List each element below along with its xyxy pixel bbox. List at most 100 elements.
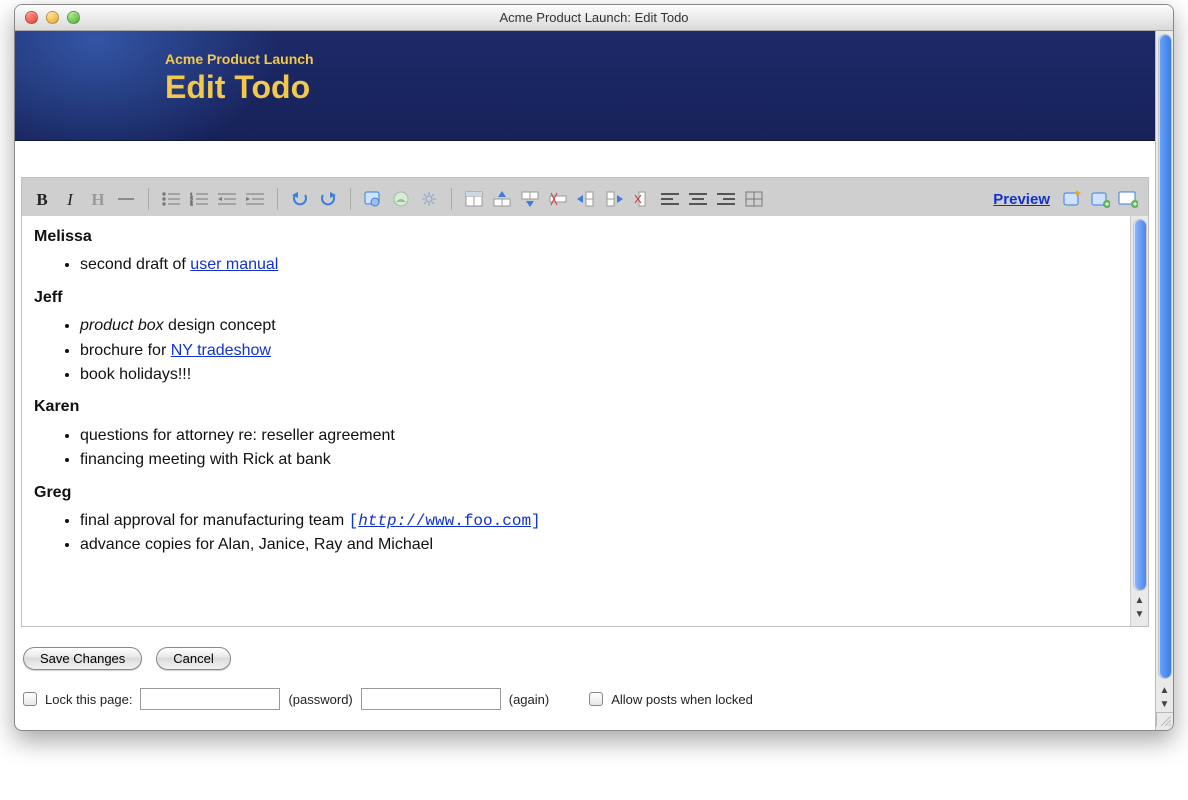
list-item: advance copies for Alan, Janice, Ray and… [80,534,1118,556]
titlebar: Acme Product Launch: Edit Todo [15,5,1173,31]
insert-link-button[interactable] [361,188,385,210]
list-item: product box design concept [80,315,1118,337]
preview-link[interactable]: Preview [993,191,1050,208]
undo-icon [291,191,309,207]
add-widget-icon [1090,190,1110,208]
outdent-button[interactable] [215,188,239,210]
table-icon [465,191,483,207]
insert-row-above-button[interactable] [490,188,514,210]
section-heading: Greg [34,482,1118,504]
window-scrollbar[interactable]: ▲ ▼ [1155,31,1173,730]
todo-list: questions for attorney re: reseller agre… [34,425,1118,472]
delete-row-button[interactable] [546,188,570,210]
list-item: questions for attorney re: reseller agre… [80,425,1118,447]
numbered-list-icon: 123 [190,192,208,206]
image-icon [391,190,411,208]
todo-list: final approval for manufacturing team [h… [34,510,1118,557]
align-center-button[interactable] [686,188,710,210]
indent-button[interactable] [243,188,267,210]
table-properties-button[interactable] [742,188,766,210]
scroll-up-arrow[interactable]: ▲ [1160,684,1170,698]
page-title: Edit Todo [165,69,1155,106]
lock-bar: Lock this page: (password) (again) Allow… [15,682,1155,720]
lock-password-confirm-input[interactable] [361,688,501,710]
numbered-list-button[interactable]: 123 [187,188,211,210]
minimize-window-button[interactable] [46,11,59,24]
inline-url[interactable]: //www.foo.com [406,512,531,530]
table-props-icon [745,191,763,207]
italic-button[interactable]: I [58,188,82,210]
scroll-thumb[interactable] [1159,35,1171,678]
redo-icon [319,191,337,207]
heading-button[interactable]: H [86,188,110,210]
add-widget-button[interactable] [1088,188,1112,210]
cancel-button[interactable]: Cancel [156,647,230,670]
insert-column-left-button[interactable] [574,188,598,210]
insert-image-button[interactable] [389,188,413,210]
inline-link[interactable]: user manual [190,256,278,273]
resize-grip[interactable] [1156,712,1173,726]
editor-content[interactable]: Melissa second draft of user manual Jeff… [22,216,1130,626]
delete-col-icon [632,190,652,208]
list-item: final approval for manufacturing team [h… [80,510,1118,532]
toolbar-separator [277,188,278,210]
undo-button[interactable] [288,188,312,210]
insert-table-button[interactable] [462,188,486,210]
form-actions: Save Changes Cancel [15,627,1155,682]
section-heading: Karen [34,396,1118,418]
fullscreen-button[interactable] [1060,188,1084,210]
attachment-icon [420,190,438,208]
bullet-list-button[interactable] [159,188,183,210]
bold-button[interactable]: B [30,188,54,210]
save-button[interactable]: Save Changes [23,647,142,670]
insert-attachment-button[interactable] [417,188,441,210]
window-controls [15,11,80,24]
rich-text-editor: B I H 123 [21,177,1149,627]
lock-password-input[interactable] [140,688,280,710]
col-left-icon [576,190,596,208]
scroll-down-arrow[interactable]: ▼ [1160,698,1170,712]
horizontal-rule-button[interactable] [114,188,138,210]
fullscreen-icon [1062,190,1082,208]
toolbar-separator [148,188,149,210]
row-above-icon [492,190,512,208]
lock-page-checkbox[interactable] [23,692,37,706]
col-right-icon [604,190,624,208]
outdent-icon [218,192,236,206]
align-right-button[interactable] [714,188,738,210]
bullet-list-icon [162,192,180,206]
scroll-down-arrow[interactable]: ▼ [1135,608,1145,622]
insert-row-below-button[interactable] [518,188,542,210]
allow-posts-label: Allow posts when locked [611,692,753,707]
add-section-icon [1118,190,1138,208]
inline-url[interactable]: http: [358,512,406,530]
section-heading: Jeff [34,287,1118,309]
link-icon [363,190,383,208]
add-section-button[interactable] [1116,188,1140,210]
editor-scrollbar[interactable]: ▲ ▼ [1130,216,1148,626]
close-window-button[interactable] [25,11,38,24]
inline-link[interactable]: NY tradeshow [171,342,271,359]
password-confirm-hint: (again) [509,692,549,707]
zoom-window-button[interactable] [67,11,80,24]
toolbar-separator [451,188,452,210]
hr-icon [118,198,134,200]
align-left-icon [661,192,679,206]
scroll-up-arrow[interactable]: ▲ [1135,594,1145,608]
page-content: Acme Product Launch Edit Todo B I H 123 [15,31,1155,730]
allow-posts-checkbox[interactable] [589,692,603,706]
list-item: financing meeting with Rick at bank [80,449,1118,471]
scroll-thumb[interactable] [1134,220,1146,590]
todo-list: product box design concept brochure for … [34,315,1118,386]
redo-button[interactable] [316,188,340,210]
insert-column-right-button[interactable] [602,188,626,210]
banner-supertitle: Acme Product Launch [165,51,1155,67]
lock-page-label: Lock this page: [45,692,132,707]
list-item: brochure for NY tradeshow [80,340,1118,362]
delete-column-button[interactable] [630,188,654,210]
indent-icon [246,192,264,206]
delete-row-icon [548,190,568,208]
application-window: Acme Product Launch: Edit Todo Acme Prod… [14,4,1174,731]
align-left-button[interactable] [658,188,682,210]
todo-list: second draft of user manual [34,254,1118,276]
